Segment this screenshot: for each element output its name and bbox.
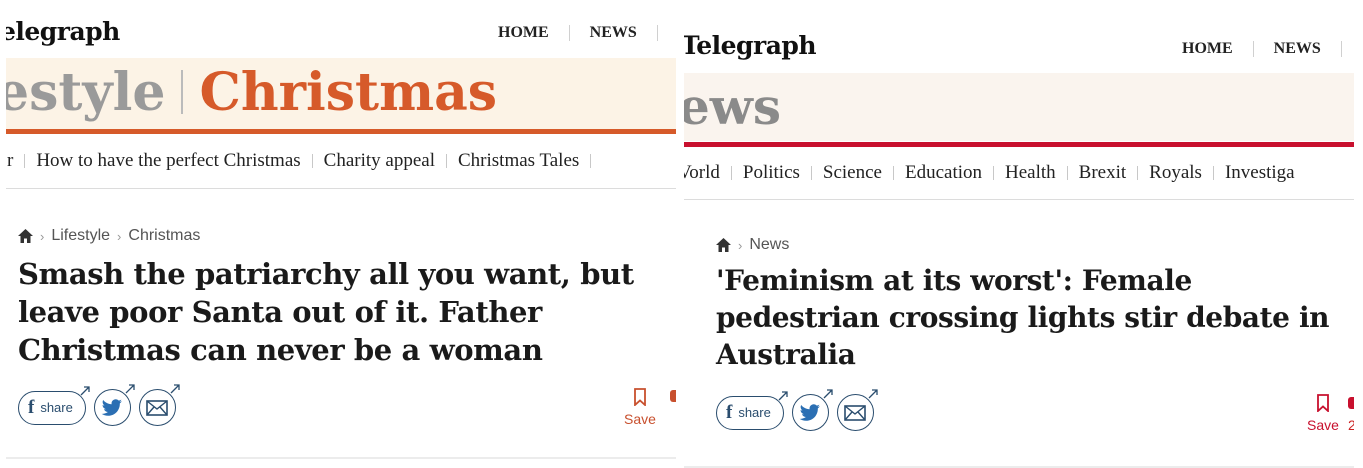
subnav-item[interactable]: Christmas Tales xyxy=(447,150,590,172)
subnav-item[interactable]: Health xyxy=(994,162,1067,184)
external-arrow-icon xyxy=(170,384,180,394)
headline-line: pedestrian crossing lights stir debate i… xyxy=(716,301,1330,334)
panel-gap xyxy=(676,0,684,459)
nav-news[interactable]: NEWS xyxy=(1274,40,1321,58)
subnav-item[interactable]: Brexit xyxy=(1068,162,1138,184)
facebook-share-button[interactable]: f share xyxy=(18,385,90,425)
breadcrumb-item[interactable]: Lifestyle xyxy=(51,227,110,245)
subnav-item[interactable]: r xyxy=(6,150,24,172)
headline-line: Australia xyxy=(716,338,856,371)
comment-count[interactable]: 2 xyxy=(1348,397,1354,434)
facebook-icon: f xyxy=(28,396,35,418)
headline-line: leave poor Santa out of it. Father xyxy=(18,295,542,329)
comment-count-value: 2 xyxy=(1348,417,1354,433)
twitter-share-button[interactable] xyxy=(93,384,135,426)
home-icon[interactable] xyxy=(18,229,33,243)
home-icon[interactable] xyxy=(716,238,731,252)
subnav-item[interactable]: Charity appeal xyxy=(313,150,446,172)
section-rule xyxy=(6,129,676,134)
subnav-item[interactable]: How to have the perfect Christmas xyxy=(25,150,311,172)
subnav-item[interactable]: Vorld xyxy=(684,162,731,184)
section-header: estyle Christmas xyxy=(6,58,676,130)
facebook-icon: f xyxy=(726,401,733,423)
subnav-item[interactable]: Investiga xyxy=(1214,162,1306,184)
breadcrumb-item[interactable]: News xyxy=(749,236,789,254)
section-title[interactable]: estyle Christmas xyxy=(6,62,497,123)
headline-line: 'Feminism at its worst': Female xyxy=(716,264,1192,297)
subnav-item[interactable]: Politics xyxy=(732,162,811,184)
twitter-icon xyxy=(800,403,821,421)
nav-home[interactable]: HOME xyxy=(1182,40,1233,58)
email-share-button[interactable] xyxy=(836,389,878,431)
telegraph-logo[interactable]: Telegraph xyxy=(684,31,817,60)
nav-separator xyxy=(656,25,658,41)
breadcrumb: › News xyxy=(716,236,789,254)
article-headline: 'Feminism at its worst': Female pedestri… xyxy=(716,262,1330,373)
section-prefix: estyle xyxy=(6,62,166,123)
subnav-rule xyxy=(684,199,1354,200)
chevron-right-icon: › xyxy=(738,237,743,253)
top-nav: HOME NEWS xyxy=(1182,40,1354,58)
breadcrumb: › Lifestyle › Christmas xyxy=(18,227,200,245)
section-header: ews xyxy=(684,73,1354,141)
external-arrow-icon xyxy=(823,389,833,399)
breadcrumb-item[interactable]: Christmas xyxy=(128,227,200,245)
save-button[interactable]: Save xyxy=(1307,394,1339,433)
nav-news[interactable]: NEWS xyxy=(590,24,637,42)
external-arrow-icon xyxy=(125,384,135,394)
section-subnav: r How to have the perfect Christmas Char… xyxy=(6,150,592,172)
bookmark-icon xyxy=(1317,394,1329,414)
top-nav: HOME NEWS xyxy=(498,24,676,42)
email-share-button[interactable] xyxy=(138,384,180,426)
save-button[interactable]: Save xyxy=(624,388,656,427)
external-arrow-icon xyxy=(778,390,788,400)
share-bar: f share xyxy=(18,384,180,426)
email-icon xyxy=(844,404,867,421)
subnav-item[interactable]: Education xyxy=(894,162,993,184)
subnav-separator xyxy=(590,154,592,168)
left-article-screenshot: elegraph HOME NEWS estyle Christmas r How… xyxy=(6,0,676,459)
external-arrow-icon xyxy=(80,385,90,395)
chevron-right-icon: › xyxy=(117,228,122,244)
headline-line: Smash the patriarchy all you want, but xyxy=(18,257,634,291)
twitter-icon xyxy=(102,398,123,416)
subnav-item[interactable]: Royals xyxy=(1138,162,1213,184)
twitter-share-button[interactable] xyxy=(791,389,833,431)
facebook-share-button[interactable]: f share xyxy=(716,390,788,430)
email-icon xyxy=(146,399,169,416)
subnav-item[interactable]: Science xyxy=(812,162,893,184)
telegraph-logo[interactable]: elegraph xyxy=(6,17,120,46)
section-title[interactable]: ews xyxy=(684,77,781,136)
share-bar: f share xyxy=(716,389,878,431)
external-arrow-icon xyxy=(868,389,878,399)
nav-separator xyxy=(1252,41,1254,57)
section-name: Christmas xyxy=(199,62,498,123)
share-label: share xyxy=(40,400,73,415)
right-article-screenshot: Telegraph HOME NEWS ews Vorld Politics S… xyxy=(684,9,1354,468)
headline-line: Christmas can never be a woman xyxy=(18,333,543,367)
section-divider xyxy=(181,70,184,114)
article-headline: Smash the patriarchy all you want, but l… xyxy=(18,255,634,369)
section-rule xyxy=(684,142,1354,147)
chevron-right-icon: › xyxy=(40,228,45,244)
nav-separator xyxy=(1340,41,1342,57)
share-label: share xyxy=(738,405,771,420)
save-label: Save xyxy=(624,411,656,427)
save-label: Save xyxy=(1307,417,1339,433)
section-subnav: Vorld Politics Science Education Health … xyxy=(684,162,1306,184)
bookmark-icon xyxy=(634,388,646,408)
nav-separator xyxy=(568,25,570,41)
nav-home[interactable]: HOME xyxy=(498,24,549,42)
comment-icon xyxy=(1348,397,1354,409)
subnav-rule xyxy=(6,188,676,189)
